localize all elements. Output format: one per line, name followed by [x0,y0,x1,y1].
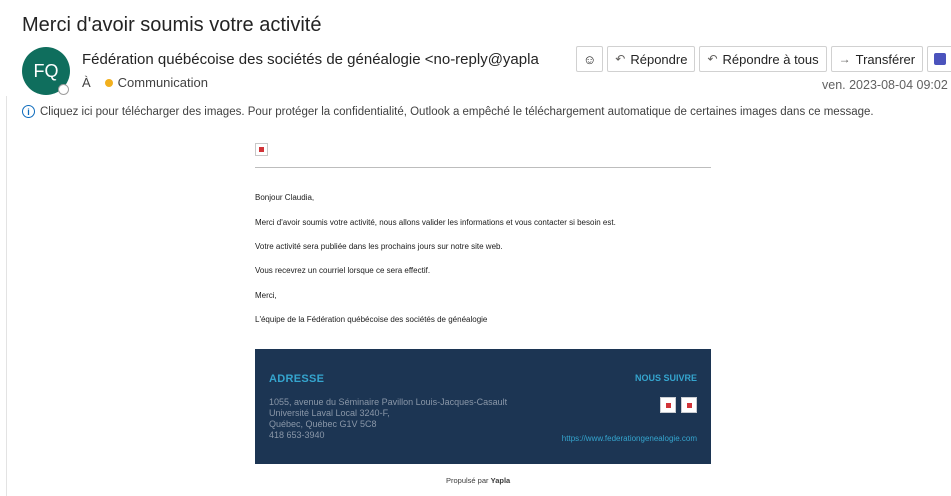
address-line: 1055, avenue du Séminaire Pavillon Louis… [269,397,508,407]
info-icon: i [22,105,35,118]
forward-label: Transférer [855,51,916,67]
forward-button[interactable]: → Transférer [830,46,924,72]
signature-text: L'équipe de la Fédération québécoise des… [255,315,488,324]
website-link[interactable]: https://www.federationgenealogie.com [562,434,697,443]
recipient-line: À Communication [82,75,208,90]
header-divider [255,167,711,168]
body-paragraph: Merci d'avoir soumis votre activité, nou… [255,218,616,227]
broken-image-icon [255,143,268,156]
reply-icon: ↶ [615,52,626,66]
avatar-initials: FQ [33,60,59,81]
teams-button[interactable] [927,46,951,72]
body-paragraph: Vous recevrez un courriel lorsque ce ser… [255,266,431,275]
emoji-reaction-button[interactable]: ☺ [576,46,604,72]
address-line: Québec, Québec G1V 5C8 [269,419,377,429]
reply-label: Répondre [630,51,688,67]
greeting-text: Bonjour Claudia, [255,193,315,202]
recipient-name[interactable]: Communication [118,75,208,90]
reply-all-button[interactable]: ↶ Répondre à tous [699,46,827,72]
reply-all-icon: ↶ [707,52,718,66]
phone-number: 418 653-3940 [269,430,325,440]
infobar-text[interactable]: Cliquez ici pour télécharger des images.… [40,106,874,118]
social-broken-image-icon[interactable] [681,397,697,413]
presence-status-icon [58,84,69,95]
body-paragraph: Votre activité sera publiée dans les pro… [255,242,503,251]
powered-by: Propulsé par Yapla [446,476,510,485]
social-broken-image-icon[interactable] [660,397,676,413]
reply-button[interactable]: ↶ Répondre [607,46,696,72]
address-line: Université Laval Local 3240-F, [269,408,390,418]
forward-icon: → [838,52,851,66]
address-heading: ADRESSE [269,373,325,385]
powered-brand[interactable]: Yapla [491,476,511,485]
blocked-images-infobar[interactable]: i Cliquez ici pour télécharger des image… [22,105,874,118]
powered-prefix: Propulsé par [446,476,489,485]
message-toolbar: ☺ ↶ Répondre ↶ Répondre à tous → Transfé… [576,46,951,72]
follow-heading: NOUS SUIVRE [634,373,697,383]
to-label: À [82,75,91,90]
message-date: ven. 2023-08-04 09:02 [822,78,948,92]
teams-icon [934,53,947,65]
reading-pane-border [6,96,7,496]
reply-all-label: Répondre à tous [722,51,819,67]
closing-text: Merci, [255,291,277,300]
social-links [660,397,697,413]
address-block: 1055, avenue du Séminaire Pavillon Louis… [269,397,507,441]
recipient-status-icon [104,78,113,87]
smiley-icon: ☺ [583,51,597,67]
email-footer: ADRESSE NOUS SUIVRE 1055, avenue du Sémi… [255,349,711,464]
sender-name[interactable]: Fédération québécoise des sociétés de gé… [82,51,557,68]
email-subject: Merci d'avoir soumis votre activité [22,14,322,36]
